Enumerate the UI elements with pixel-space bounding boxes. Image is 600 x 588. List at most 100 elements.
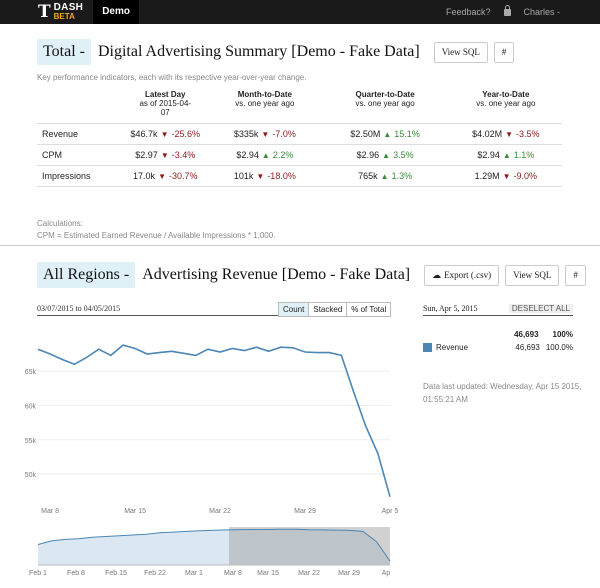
legend-totals: 46,693 100% bbox=[514, 330, 573, 339]
kpi-change: 1.1% bbox=[513, 150, 535, 160]
kpi-change: 2.2% bbox=[272, 150, 294, 160]
kpi-change: -7.0% bbox=[272, 129, 296, 139]
y-tick-label: 65k bbox=[25, 369, 37, 376]
context-tick-label: Ap bbox=[382, 570, 391, 577]
export-csv-button[interactable]: ☁ Export (.csv) bbox=[424, 264, 500, 286]
data-point bbox=[85, 356, 87, 358]
context-tick-label: Feb 1 bbox=[29, 570, 47, 577]
nav-tab-demo[interactable]: Demo bbox=[93, 0, 139, 24]
data-point bbox=[207, 348, 209, 350]
kpi-value: $2.94 bbox=[236, 150, 259, 160]
data-point bbox=[158, 351, 160, 353]
summary-header: Total - Digital Advertising Summary [Dem… bbox=[37, 39, 515, 65]
data-point bbox=[98, 348, 100, 350]
triangle-up-icon: ▲ bbox=[502, 150, 511, 160]
kpi-value: 101k bbox=[233, 171, 254, 181]
data-point bbox=[231, 347, 233, 349]
user-menu[interactable]: Charles - bbox=[523, 7, 560, 17]
data-point bbox=[365, 425, 367, 427]
triangle-up-icon: ▲ bbox=[383, 129, 392, 139]
view-sql-button[interactable]: View SQL bbox=[433, 41, 488, 63]
context-tick-label: Mar 15 bbox=[257, 570, 279, 577]
col-header: Latest Day as of 2015-04-07 bbox=[139, 90, 192, 117]
toggle-stacked[interactable]: Stacked bbox=[309, 303, 348, 316]
kpi-change: -18.0% bbox=[267, 171, 296, 181]
triangle-down-icon: ▼ bbox=[505, 129, 514, 139]
data-point bbox=[340, 354, 342, 356]
kpi-table: Latest Day as of 2015-04-07 Month-to-Date… bbox=[37, 90, 562, 187]
data-point bbox=[316, 351, 318, 353]
data-point bbox=[280, 346, 282, 348]
top-navbar: T DASH BETA Demo Feedback? Charles - bbox=[0, 0, 600, 24]
data-point bbox=[122, 344, 124, 346]
kpi-value: $335k bbox=[233, 129, 259, 139]
summary-subtitle: Key performance indicators, each with it… bbox=[37, 73, 307, 82]
kpi-value: $2.94 bbox=[477, 150, 500, 160]
view-toggle: Count Stacked % of Total bbox=[278, 302, 392, 317]
x-tick-label: Apr 5 bbox=[382, 508, 399, 515]
x-tick-label: Mar 22 bbox=[209, 508, 231, 515]
triangle-down-icon: ▼ bbox=[261, 129, 270, 139]
data-point bbox=[195, 354, 197, 356]
permalink-button[interactable]: # bbox=[493, 41, 515, 63]
metric-name: CPM bbox=[37, 144, 122, 166]
context-tick-label: Feb 15 bbox=[105, 570, 127, 577]
lock-icon[interactable] bbox=[504, 4, 512, 16]
data-point bbox=[73, 363, 75, 365]
kpi-row: Impressions 17.0k ▼ -30.7% 101k ▼ -18.0% 765k ▲ 1… bbox=[37, 165, 562, 187]
region-selector[interactable]: All Regions - bbox=[37, 262, 136, 288]
x-tick-label: Mar 29 bbox=[294, 508, 316, 515]
data-point bbox=[110, 354, 112, 356]
x-tick-label: Mar 8 bbox=[41, 508, 59, 515]
triangle-down-icon: ▼ bbox=[158, 171, 166, 181]
context-tick-label: Mar 29 bbox=[338, 570, 360, 577]
kpi-change: -25.6% bbox=[171, 129, 201, 139]
metric-name: Impressions bbox=[37, 165, 122, 187]
logo-beta-text: BETA bbox=[53, 12, 75, 21]
col-header: Quarter-to-Date vs. one year ago bbox=[355, 90, 415, 108]
toggle-count[interactable]: Count bbox=[279, 303, 310, 316]
triangle-down-icon: ▼ bbox=[256, 171, 265, 181]
data-point bbox=[170, 350, 172, 352]
legend-date: Sun, Apr 5, 2015 bbox=[423, 304, 478, 313]
revenue-chart[interactable]: 65k 60k 55k 50k Mar 8 Mar 15 Mar 22 Mar 29 Apr 5… bbox=[0, 320, 400, 588]
col-header: Month-to-Date vs. one year ago bbox=[235, 90, 295, 108]
data-point bbox=[328, 351, 330, 353]
data-point bbox=[134, 347, 136, 349]
legend-item-revenue[interactable]: Revenue 46,693 100.0% bbox=[423, 343, 573, 352]
calculations-note: Calculations: CPM = Estimated Earned Rev… bbox=[37, 219, 276, 240]
data-point bbox=[243, 349, 245, 351]
triangle-down-icon: ▼ bbox=[160, 150, 169, 160]
legend-header: Sun, Apr 5, 2015 DESELECT ALL bbox=[423, 304, 573, 316]
deselect-all-button[interactable]: DESELECT ALL bbox=[508, 304, 573, 313]
view-sql-button[interactable]: View SQL bbox=[505, 264, 560, 286]
kpi-value: 17.0k bbox=[133, 171, 156, 181]
triangle-up-icon: ▲ bbox=[380, 171, 389, 181]
data-point bbox=[183, 352, 185, 354]
section-divider bbox=[0, 245, 600, 246]
context-tick-label: Mar 8 bbox=[224, 570, 242, 577]
dash-logo[interactable]: T DASH BETA bbox=[0, 0, 83, 24]
data-point bbox=[49, 353, 51, 355]
metric-name: Revenue bbox=[37, 123, 122, 145]
permalink-button[interactable]: # bbox=[565, 264, 586, 286]
kpi-row: Revenue $46.7k ▼ -25.6% $335k ▼ -7.0% $2.50M ▲ 15… bbox=[37, 123, 562, 145]
kpi-change: -3.5% bbox=[516, 129, 540, 139]
kpi-change: 15.1% bbox=[394, 129, 420, 139]
context-tick-label: Feb 8 bbox=[67, 570, 85, 577]
context-tick-label: Mar 1 bbox=[185, 570, 203, 577]
toggle-percent[interactable]: % of Total bbox=[347, 303, 391, 316]
total-selector[interactable]: Total - bbox=[37, 39, 91, 65]
revenue-swatch bbox=[423, 343, 432, 352]
y-tick-label: 55k bbox=[25, 438, 37, 445]
data-point bbox=[37, 348, 39, 350]
kpi-change: -9.0% bbox=[513, 171, 538, 181]
data-point bbox=[352, 391, 354, 393]
kpi-change: 1.3% bbox=[391, 171, 413, 181]
region-header: All Regions - Advertising Revenue [Demo … bbox=[37, 262, 586, 288]
feedback-link[interactable]: Feedback? bbox=[446, 7, 491, 17]
data-point bbox=[267, 350, 269, 352]
region-title: Advertising Revenue [Demo - Fake Data] bbox=[142, 266, 411, 283]
kpi-row: CPM $2.97 ▼ -3.4% $2.94 ▲ 2.2% $2.96 ▲ 3.5% $2.94 ▲… bbox=[37, 144, 562, 166]
brush-selection bbox=[229, 527, 390, 565]
